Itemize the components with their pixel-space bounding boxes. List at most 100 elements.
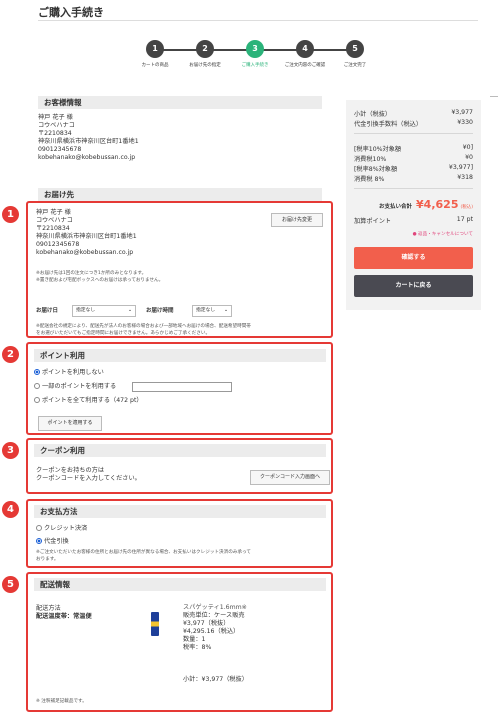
- summary-total-row: お支払い合計 ¥4,625 (税込): [354, 198, 473, 211]
- cancel-policy-link[interactable]: ● 返品・キャンセルについて: [413, 231, 473, 237]
- step-1-label: カートの商品: [141, 63, 169, 68]
- step-1: 1 カートの商品: [130, 40, 180, 68]
- step-4-label: ご注文内容のご確認: [284, 63, 326, 68]
- delivery-time-value: 指定なし: [196, 308, 216, 313]
- points-heading: ポイント利用: [34, 349, 326, 362]
- summary-cod-row: 代金引換手数料（税込） ¥330: [354, 119, 473, 128]
- payment-option-credit[interactable]: クレジット決済: [36, 525, 87, 533]
- points-option-all-label: ポイントを全て利用する（472 pt）: [42, 397, 143, 404]
- product-unit: 販売単位：ケース販売: [183, 612, 245, 619]
- product-tax-rate: 税率：8%: [183, 644, 212, 651]
- delivery-note-3: ※配送会社の規定により、配送先が法人のお客様の場合および一部地域へお届けの場合、…: [36, 324, 251, 329]
- payment-box: お支払方法 クレジット決済 代金引換 ※ご注文いただいたお客様の住所とお届け先の…: [26, 499, 333, 568]
- points-option-all[interactable]: ポイントを全て利用する（472 pt）: [34, 397, 143, 405]
- step-2-circle: 2: [196, 40, 214, 58]
- section-badge-1: 1: [2, 206, 19, 223]
- delivery-heading: お届け先: [38, 188, 322, 201]
- step-5-circle: 5: [346, 40, 364, 58]
- summary-t10-row: 消費税10% ¥0: [354, 154, 473, 163]
- customer-zip: 〒2210834: [38, 130, 72, 137]
- customer-name: 神戸 花子 様: [38, 114, 73, 121]
- summary-t8-label: 消費税 8%: [354, 176, 385, 183]
- points-option-partial[interactable]: 一部のポイントを利用する: [34, 383, 116, 391]
- customer-info-section: お客様情報 神戸 花子 様 コウベハナコ 〒2210834 神奈川県横浜市神奈川…: [38, 96, 322, 162]
- customer-kana: コウベハナコ: [38, 122, 75, 129]
- delivery-address: 神奈川県横浜市神奈川区台町1番地1: [36, 233, 137, 240]
- shipping-footnote: ※ 注釈補足記載品です。: [36, 699, 87, 704]
- coupon-heading: クーポン利用: [34, 444, 326, 457]
- delivery-note-4: をお選びいただいてもご指定時間にお届けできません。あらかじめご了承ください。: [36, 330, 211, 336]
- summary-divider: [354, 188, 473, 189]
- section-badge-2: 2: [2, 346, 19, 363]
- radio-icon[interactable]: [36, 538, 42, 544]
- order-summary: 小計（税抜） ¥3,977 代金引換手数料（税込） ¥330 [税率10%対象額…: [346, 100, 481, 310]
- radio-icon[interactable]: [34, 397, 40, 403]
- points-box: ポイント利用 ポイントを利用しない 一部のポイントを利用する ポイントを全て利用…: [26, 342, 333, 435]
- section-badge-3: 3: [2, 442, 19, 459]
- delivery-time-select[interactable]: 指定なし ⌄: [192, 305, 232, 317]
- summary-r8-label: [税率8%対象額: [354, 166, 398, 173]
- step-4: 4 ご注文内容のご確認: [280, 40, 330, 68]
- product-price-ex: ¥3,977（税抜）: [183, 620, 230, 627]
- summary-subtotal-row: 小計（税抜） ¥3,977: [354, 109, 473, 118]
- customer-address: 神奈川県横浜市神奈川区台町1番地1: [38, 138, 139, 145]
- payment-heading: お支払方法: [34, 505, 326, 518]
- summary-r8-value: ¥3,977]: [448, 164, 473, 171]
- radio-icon[interactable]: [34, 369, 40, 375]
- summary-subtotal-value: ¥3,977: [451, 109, 473, 116]
- delivery-kana: コウベハナコ: [36, 217, 73, 224]
- step-5-label: ご注文完了: [343, 63, 367, 68]
- shipping-temperature: 配送温度帯：常温便: [36, 613, 92, 620]
- chevron-down-icon: ⌄: [127, 308, 132, 313]
- delivery-phone: 09012345678: [36, 241, 80, 248]
- payment-note-2: おります。: [36, 556, 59, 562]
- delivery-box: 神戸 花子 様 コウベハナコ 〒2210834 神奈川県横浜市神奈川区台町1番地…: [26, 201, 333, 338]
- step-3: 3 ご購入手続き: [230, 40, 280, 68]
- summary-subtotal-label: 小計（税抜）: [354, 111, 392, 118]
- change-delivery-button[interactable]: お届け先変更: [271, 213, 323, 227]
- points-option-partial-label: 一部のポイントを利用する: [42, 383, 117, 390]
- radio-icon[interactable]: [34, 383, 40, 389]
- apply-points-button[interactable]: ポイントを適用する: [38, 416, 102, 431]
- delivery-date-select[interactable]: 指定なし ⌄: [72, 305, 136, 317]
- delivery-zip: 〒2210834: [36, 225, 70, 232]
- summary-t8-row: 消費税 8% ¥318: [354, 174, 473, 183]
- summary-r10-label: [税率10%対象額: [354, 146, 402, 153]
- confirm-button[interactable]: 確認する: [354, 247, 473, 269]
- shipping-heading: 配送情報: [34, 578, 326, 591]
- customer-phone: 09012345678: [38, 146, 82, 153]
- summary-r10-value: ¥0]: [462, 144, 473, 151]
- payment-option-cod-label: 代金引換: [44, 538, 69, 545]
- shipping-box: 配送情報 配送方法 配送温度帯：常温便 スパゲッティ1.6mm※ 販売単位：ケー…: [26, 572, 333, 712]
- summary-total-tax: (税込): [460, 205, 473, 210]
- payment-note: ※ご注文いただいたお客様の住所とお届け先の住所が異なる場合、お支払いはクレジット…: [36, 550, 251, 555]
- delivery-name: 神戸 花子 様: [36, 209, 71, 216]
- product-name: スパゲッティ1.6mm※: [183, 604, 247, 611]
- step-1-circle: 1: [146, 40, 164, 58]
- shipping-method-label: 配送方法: [36, 605, 61, 612]
- coupon-box: クーポン利用 クーポンをお持ちの方は クーポンコードを入力してください。 クーポ…: [26, 438, 333, 494]
- coupon-text-1: クーポンをお持ちの方は: [36, 467, 105, 474]
- back-to-cart-button[interactable]: カートに戻る: [354, 275, 473, 297]
- summary-t8-value: ¥318: [457, 174, 473, 181]
- product-quantity: 数量：1: [183, 636, 206, 643]
- step-4-circle: 4: [296, 40, 314, 58]
- step-2-label: お届け先の指定: [189, 63, 221, 68]
- summary-points-label: 加算ポイント: [354, 218, 392, 225]
- customer-info-heading: お客様情報: [38, 96, 322, 109]
- payment-option-cod[interactable]: 代金引換: [36, 538, 69, 546]
- summary-total-value: ¥4,625: [416, 198, 459, 211]
- product-subtotal: 小計：¥3,977（税抜）: [183, 676, 248, 683]
- summary-r8-row: [税率8%対象額 ¥3,977]: [354, 164, 473, 173]
- chevron-down-icon: ⌄: [223, 308, 228, 313]
- summary-cod-value: ¥330: [457, 119, 473, 126]
- radio-icon[interactable]: [36, 525, 42, 531]
- points-amount-input[interactable]: [132, 382, 232, 392]
- coupon-text-2: クーポンコードを入力してください。: [36, 475, 141, 482]
- title-divider: [38, 20, 478, 21]
- coupon-code-button[interactable]: クーポンコード入力画面へ: [250, 470, 330, 485]
- step-2: 2 お届け先の指定: [180, 40, 230, 68]
- summary-divider: [354, 133, 473, 134]
- summary-total-label: お支払い合計: [379, 204, 413, 210]
- points-option-none[interactable]: ポイントを利用しない: [34, 369, 104, 377]
